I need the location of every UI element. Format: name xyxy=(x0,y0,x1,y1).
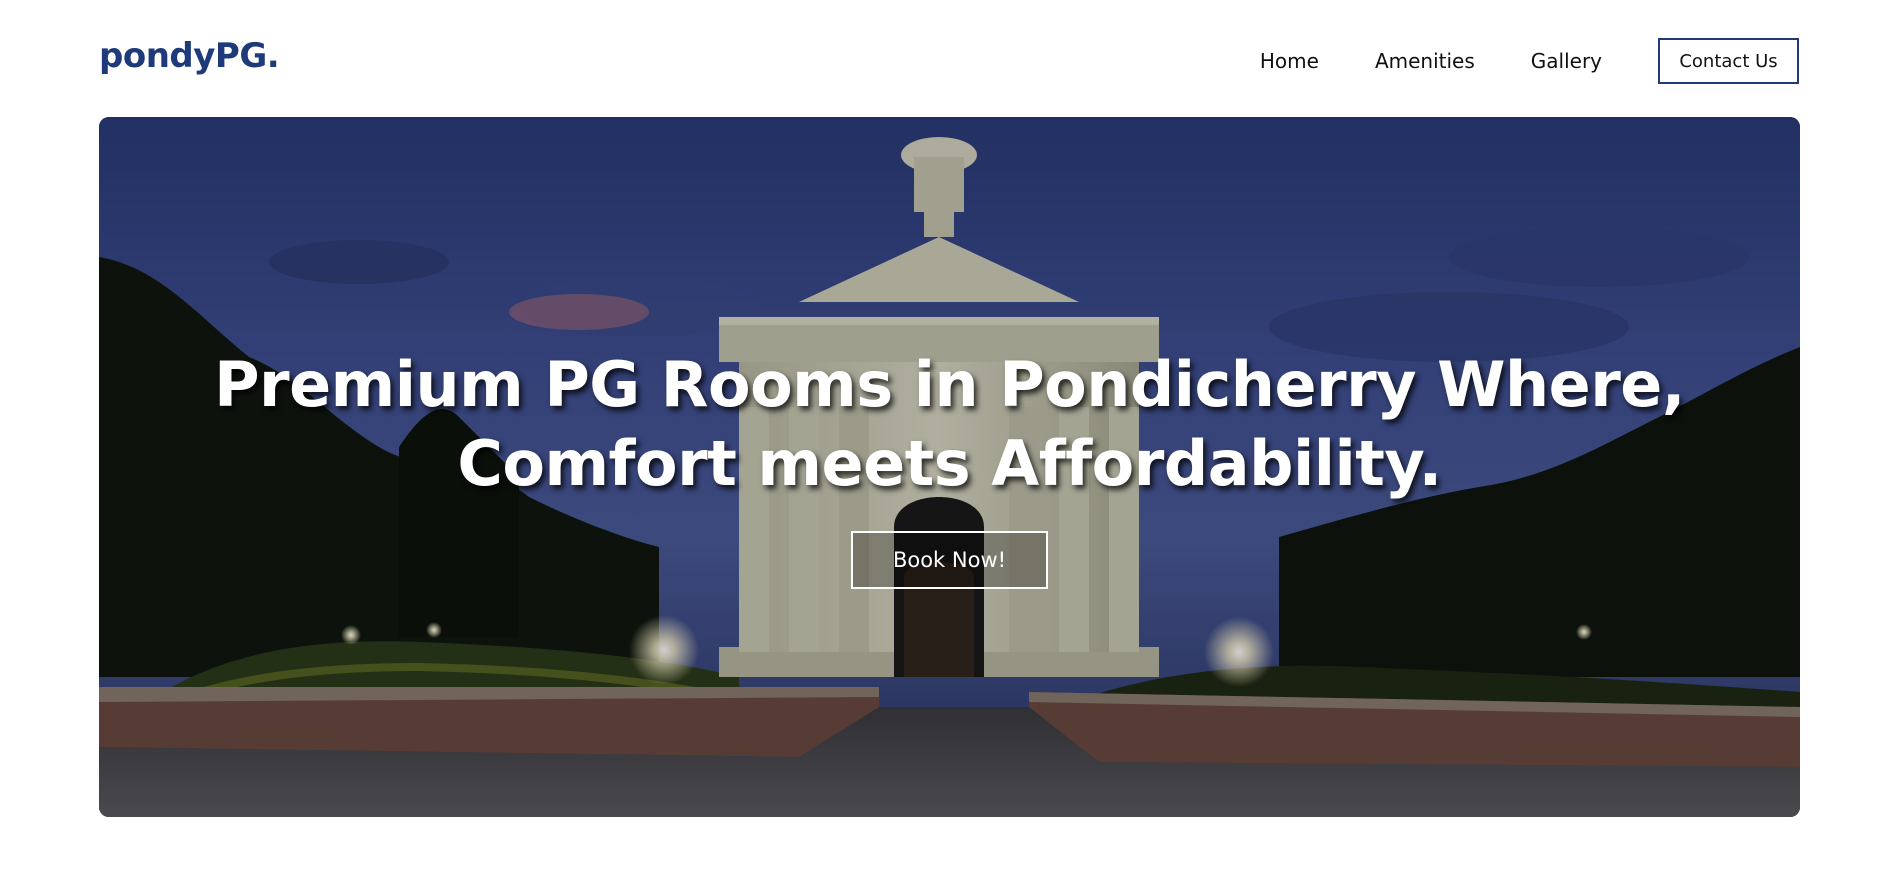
hero-heading: Premium PG Rooms in Pondicherry Where, C… xyxy=(99,345,1800,503)
book-now-button[interactable]: Book Now! xyxy=(851,531,1048,589)
nav-link-amenities[interactable]: Amenities xyxy=(1375,49,1475,73)
hero-heading-line-1: Premium PG Rooms in Pondicherry Where, xyxy=(214,348,1685,421)
site-logo[interactable]: pondyPG. xyxy=(99,39,280,73)
hero-content: Premium PG Rooms in Pondicherry Where, C… xyxy=(99,345,1800,589)
page: pondyPG. Home Amenities Gallery Contact … xyxy=(0,0,1898,875)
nav-link-gallery[interactable]: Gallery xyxy=(1531,49,1602,73)
hero-banner: Premium PG Rooms in Pondicherry Where, C… xyxy=(99,117,1800,817)
hero-heading-line-2: Comfort meets Affordability. xyxy=(457,427,1442,500)
main-nav: Home Amenities Gallery Contact Us xyxy=(1260,38,1799,84)
contact-us-button[interactable]: Contact Us xyxy=(1658,38,1799,84)
site-header: pondyPG. Home Amenities Gallery Contact … xyxy=(0,0,1898,117)
nav-link-home[interactable]: Home xyxy=(1260,49,1319,73)
